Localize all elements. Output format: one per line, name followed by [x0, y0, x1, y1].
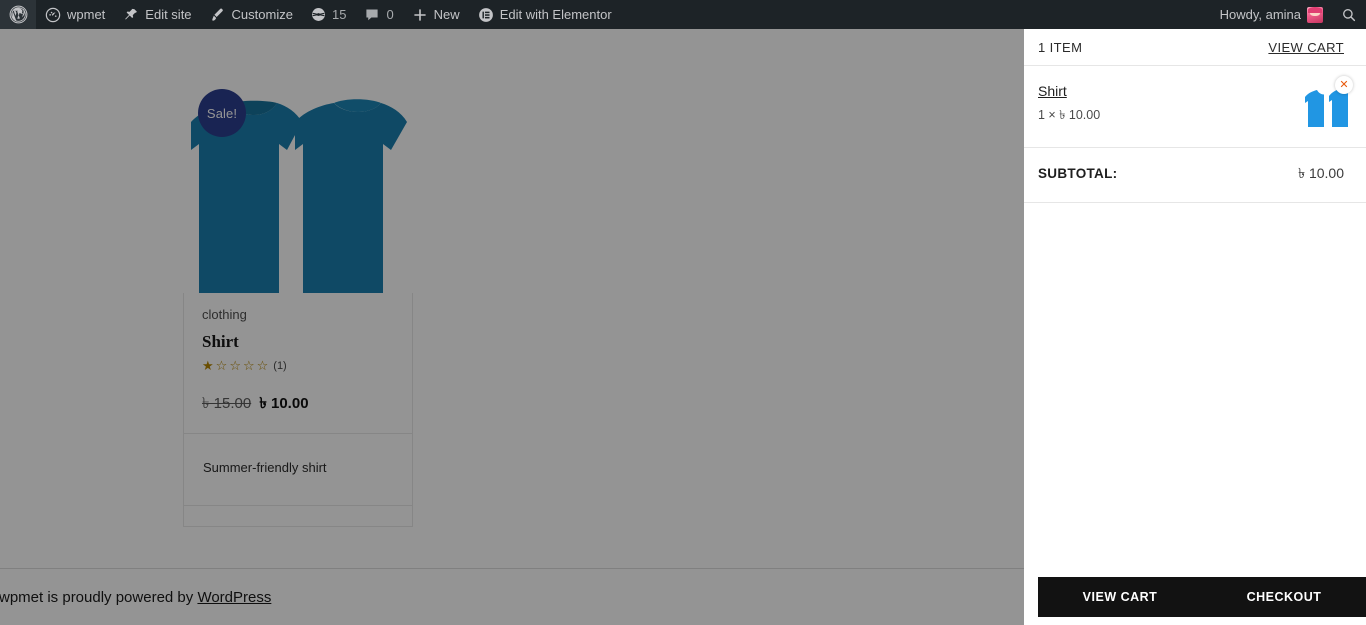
view-cart-button[interactable]: VIEW CART	[1038, 577, 1202, 617]
cart-subtotal-row: SUBTOTAL: ৳ 10.00	[1024, 148, 1366, 203]
view-cart-link[interactable]: VIEW CART	[1268, 40, 1344, 55]
pin-icon	[123, 7, 139, 23]
cart-line-item-info: Shirt 1 × ৳ 10.00	[1038, 83, 1304, 127]
adminbar-item-updates[interactable]: 15	[302, 0, 355, 29]
plus-icon	[412, 7, 428, 23]
adminbar-item-edit-site[interactable]: Edit site	[114, 0, 200, 29]
cart-overlay-backdrop[interactable]	[0, 29, 1024, 625]
cart-action-bar: VIEW CART CHECKOUT	[1038, 577, 1366, 617]
comment-icon	[364, 7, 380, 23]
cart-subtotal-label: SUBTOTAL:	[1038, 166, 1118, 181]
avatar	[1307, 6, 1323, 23]
adminbar-item-comments[interactable]: 0	[355, 0, 402, 29]
adminbar-label-site-name: wpmet	[67, 7, 106, 22]
side-cart-panel: 1 ITEM VIEW CART Shirt 1 × ৳ 10.00 ✕ SUB…	[1024, 29, 1366, 625]
adminbar-label-new: New	[433, 7, 460, 22]
cart-panel-spacer	[1024, 203, 1366, 577]
cart-item-qty-price: 1 × ৳ 10.00	[1038, 108, 1101, 122]
adminbar-label-edit-with-elementor: Edit with Elementor	[499, 7, 612, 22]
adminbar-label-edit-site: Edit site	[145, 7, 192, 22]
updates-icon	[311, 7, 326, 22]
search-icon	[1341, 7, 1357, 23]
brush-icon	[210, 7, 226, 23]
adminbar-label-comments-count: 0	[386, 7, 394, 22]
side-cart-header: 1 ITEM VIEW CART	[1024, 29, 1366, 66]
checkout-button[interactable]: CHECKOUT	[1202, 577, 1366, 617]
cart-line-item: Shirt 1 × ৳ 10.00 ✕	[1024, 66, 1366, 148]
side-cart-items: Shirt 1 × ৳ 10.00 ✕	[1024, 66, 1366, 148]
adminbar-item-my-account[interactable]: Howdy, amina	[1211, 0, 1332, 29]
cart-item-count: 1 ITEM	[1038, 40, 1083, 55]
adminbar-right-group: Howdy, amina	[1211, 0, 1366, 29]
adminbar-label-customize: Customize	[231, 7, 293, 22]
dashboard-icon	[45, 7, 61, 23]
adminbar-item-site-name[interactable]: wpmet	[36, 0, 114, 29]
cart-item-thumbnail[interactable]: ✕	[1304, 76, 1353, 127]
cart-item-name[interactable]: Shirt	[1038, 83, 1304, 99]
adminbar-label-updates-count: 15	[331, 7, 347, 22]
wp-admin-bar: wpmet Edit site Customize 15 0 New Edit …	[0, 0, 1366, 29]
remove-cart-item-button[interactable]: ✕	[1335, 76, 1353, 94]
adminbar-item-new[interactable]: New	[403, 0, 469, 29]
cart-subtotal-value: ৳ 10.00	[1298, 165, 1344, 181]
elementor-icon	[478, 7, 494, 23]
adminbar-greeting: Howdy, amina	[1219, 7, 1301, 22]
adminbar-item-edit-with-elementor[interactable]: Edit with Elementor	[469, 0, 621, 29]
adminbar-item-customize[interactable]: Customize	[201, 0, 302, 29]
wordpress-icon	[9, 5, 28, 24]
adminbar-wordpress-logo[interactable]	[0, 0, 36, 29]
adminbar-item-search[interactable]	[1332, 0, 1366, 29]
